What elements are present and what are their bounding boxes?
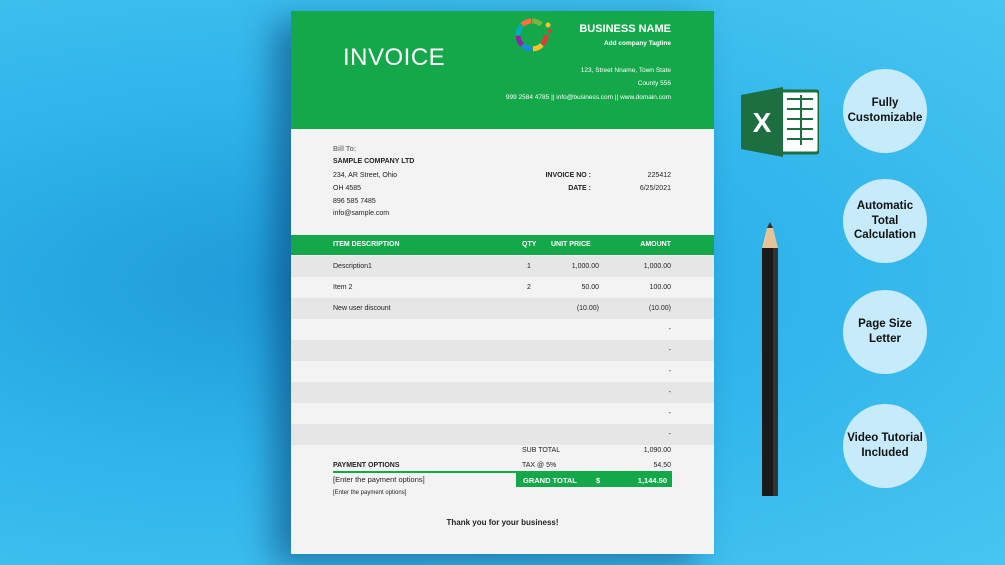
bill-to-street: 234, AR Street, Ohio — [333, 172, 398, 179]
col-qty: QTY — [522, 241, 537, 248]
date-label: DATE : — [568, 185, 591, 192]
bill-to-city: OH 4585 — [333, 185, 362, 192]
grand-total-bar: GRAND TOTAL $ 1,144.50 — [516, 473, 672, 487]
invoice-title: INVOICE — [343, 44, 446, 71]
payment-options-label: PAYMENT OPTIONS — [333, 462, 400, 469]
grand-total-currency: $ — [596, 476, 601, 485]
payment-options-line2[interactable]: [Enter the payment options] — [333, 490, 406, 496]
item-unit-price: 1,000.00 — [571, 263, 599, 270]
item-description: Item 2 — [333, 284, 353, 291]
item-amount: - — [668, 410, 671, 417]
feature-automatic-total-calculation: Automatic Total Calculation — [843, 179, 927, 263]
feature-page-size-letter: Page Size Letter — [843, 290, 927, 374]
col-unit-price: UNIT PRICE — [551, 241, 591, 248]
table-row: - — [291, 319, 714, 340]
item-unit-price: 50.00 — [581, 284, 599, 291]
feature-fully-customizable: Fully Customizable — [843, 69, 927, 153]
invoice-header: INVOICE BUSINESS NAME Add company Taglin… — [291, 11, 714, 129]
thank-you-message: Thank you for your business! — [446, 518, 559, 527]
table-row: Item 2 2 50.00 100.00 — [291, 277, 714, 298]
item-qty: 1 — [527, 263, 531, 270]
subtotal-value: 1,090.00 — [643, 447, 671, 454]
table-row: - — [291, 382, 714, 403]
item-amount: (10.00) — [648, 305, 671, 312]
table-row: Description1 1 1,000.00 1,000.00 — [291, 256, 714, 277]
item-unit-price: (10.00) — [576, 305, 599, 312]
item-amount: - — [668, 431, 671, 438]
company-tagline: Add company Tagline — [603, 40, 671, 47]
table-row: - — [291, 340, 714, 361]
col-item-description: ITEM DESCRIPTION — [333, 241, 400, 248]
bill-to-phone: 896 585 7485 — [333, 198, 376, 205]
grand-total-label: GRAND TOTAL — [523, 476, 577, 485]
bill-to-label: Bill To: — [333, 146, 357, 153]
table-row: - — [291, 361, 714, 382]
company-logo-icon — [515, 18, 552, 52]
invoice-page: INVOICE BUSINESS NAME Add company Taglin… — [291, 11, 714, 554]
bill-to-email: info@sample.com — [333, 210, 390, 217]
bill-to-company: SAMPLE COMPANY LTD — [333, 158, 415, 165]
grand-total-value: 1,144.50 — [637, 476, 667, 485]
table-row: - — [291, 403, 714, 424]
item-amount: 100.00 — [649, 284, 671, 291]
tax-label: TAX @ 5% — [522, 462, 557, 469]
invoice-no-label: INVOICE NO : — [545, 172, 591, 179]
items-table-header: ITEM DESCRIPTION QTY UNIT PRICE AMOUNT — [291, 235, 714, 255]
item-amount: - — [668, 326, 671, 333]
excel-glyph: X — [753, 107, 772, 138]
business-contact: 999 2584 4785 || info@business.com || ww… — [505, 94, 671, 101]
pencil-icon — [762, 222, 778, 496]
item-amount: - — [668, 368, 671, 375]
col-amount: AMOUNT — [640, 241, 671, 248]
item-description: New user discount — [333, 305, 391, 312]
item-amount: - — [668, 347, 671, 354]
payment-options-line1[interactable]: [Enter the payment options] — [333, 475, 425, 484]
business-address-line2: County 556 — [637, 80, 671, 87]
table-row: New user discount (10.00) (10.00) — [291, 298, 714, 319]
feature-video-tutorial-included: Video Tutorial Included — [843, 404, 927, 488]
date-value: 6/25/2021 — [639, 185, 671, 192]
excel-icon: X — [741, 87, 819, 157]
item-qty: 2 — [527, 284, 531, 291]
business-address-line1: 123, Street Nname, Town State — [580, 67, 671, 74]
item-amount: - — [668, 389, 671, 396]
invoice-no-value: 225412 — [647, 172, 671, 179]
table-row: - — [291, 424, 714, 445]
tax-value: 54.50 — [653, 462, 671, 469]
business-name: BUSINESS NAME — [579, 23, 671, 35]
subtotal-label: SUB TOTAL — [522, 447, 561, 454]
item-amount: 1,000.00 — [643, 263, 671, 270]
item-description: Description1 — [333, 263, 372, 270]
